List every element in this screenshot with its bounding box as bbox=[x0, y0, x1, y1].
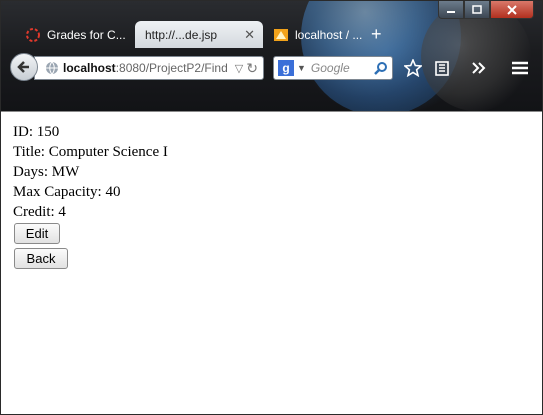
url-path: :8080/ProjectP2/Find bbox=[115, 61, 228, 75]
browser-window: Grades for C... http://...de.jsp ✕ local… bbox=[0, 0, 543, 415]
back-arrow-icon bbox=[17, 61, 29, 73]
tab-label: localhost / ... bbox=[295, 27, 363, 42]
url-dropdown-icon[interactable]: ▽ bbox=[235, 62, 243, 75]
tab-label: Grades for C... bbox=[47, 27, 126, 42]
tab-grades[interactable]: Grades for C... bbox=[15, 21, 135, 48]
maximize-button[interactable] bbox=[464, 1, 490, 19]
field-value: Computer Science I bbox=[48, 144, 168, 160]
close-tab-icon[interactable]: ✕ bbox=[244, 27, 255, 43]
back-button[interactable] bbox=[10, 53, 38, 81]
field-days: Days: MW bbox=[13, 162, 79, 182]
field-id: ID: 150 bbox=[13, 122, 59, 142]
menu-icon[interactable] bbox=[511, 59, 529, 77]
field-key: Title: bbox=[13, 144, 45, 160]
field-value: 40 bbox=[105, 184, 121, 200]
search-placeholder: Google bbox=[310, 61, 350, 75]
search-icon[interactable] bbox=[374, 61, 388, 75]
search-bar[interactable]: g ▼ Google bbox=[273, 56, 393, 80]
window-controls bbox=[438, 1, 534, 19]
close-window-button[interactable] bbox=[490, 1, 534, 19]
url-bar[interactable]: localhost :8080/ProjectP2/Find ▽ ↻ bbox=[34, 56, 264, 80]
minimize-button[interactable] bbox=[438, 1, 464, 19]
url-tools: ▽ ↻ bbox=[235, 60, 263, 77]
field-key: Max Capacity: bbox=[13, 184, 102, 200]
bookmark-star-icon[interactable] bbox=[404, 59, 422, 77]
google-icon: g bbox=[278, 60, 294, 76]
field-credit: Credit: 4 bbox=[13, 202, 66, 222]
edit-button[interactable]: Edit bbox=[14, 223, 60, 244]
field-value: 4 bbox=[58, 204, 66, 220]
loading-spinner-icon bbox=[25, 27, 41, 43]
globe-icon bbox=[46, 61, 58, 75]
overflow-chevron-icon[interactable] bbox=[470, 59, 488, 77]
back-page-button[interactable]: Back bbox=[14, 248, 68, 269]
reload-icon[interactable]: ↻ bbox=[246, 60, 258, 77]
field-title: Title: Computer Science I bbox=[13, 142, 168, 162]
browser-chrome: Grades for C... http://...de.jsp ✕ local… bbox=[1, 1, 542, 111]
new-tab-button[interactable]: + bbox=[371, 24, 382, 45]
nav-toolbar: localhost :8080/ProjectP2/Find ▽ ↻ g ▼ G… bbox=[1, 48, 542, 88]
field-value: 150 bbox=[36, 124, 60, 140]
tab-localhost[interactable]: localhost / ... bbox=[263, 21, 373, 48]
tab-current[interactable]: http://...de.jsp ✕ bbox=[135, 21, 263, 48]
bookmarks-menu-icon[interactable] bbox=[433, 59, 451, 77]
search-engine-dropdown-icon[interactable]: ▼ bbox=[297, 63, 306, 73]
field-key: Credit: bbox=[13, 204, 55, 220]
page-content: ID: 150 Title: Computer Science I Days: … bbox=[1, 111, 542, 414]
field-key: ID: bbox=[13, 124, 33, 140]
field-max-capacity: Max Capacity: 40 bbox=[13, 182, 120, 202]
url-host: localhost bbox=[63, 61, 116, 75]
field-key: Days: bbox=[13, 164, 48, 180]
field-value: MW bbox=[51, 164, 80, 180]
tab-label: http://...de.jsp bbox=[145, 27, 218, 42]
phpmyadmin-icon bbox=[273, 27, 289, 43]
